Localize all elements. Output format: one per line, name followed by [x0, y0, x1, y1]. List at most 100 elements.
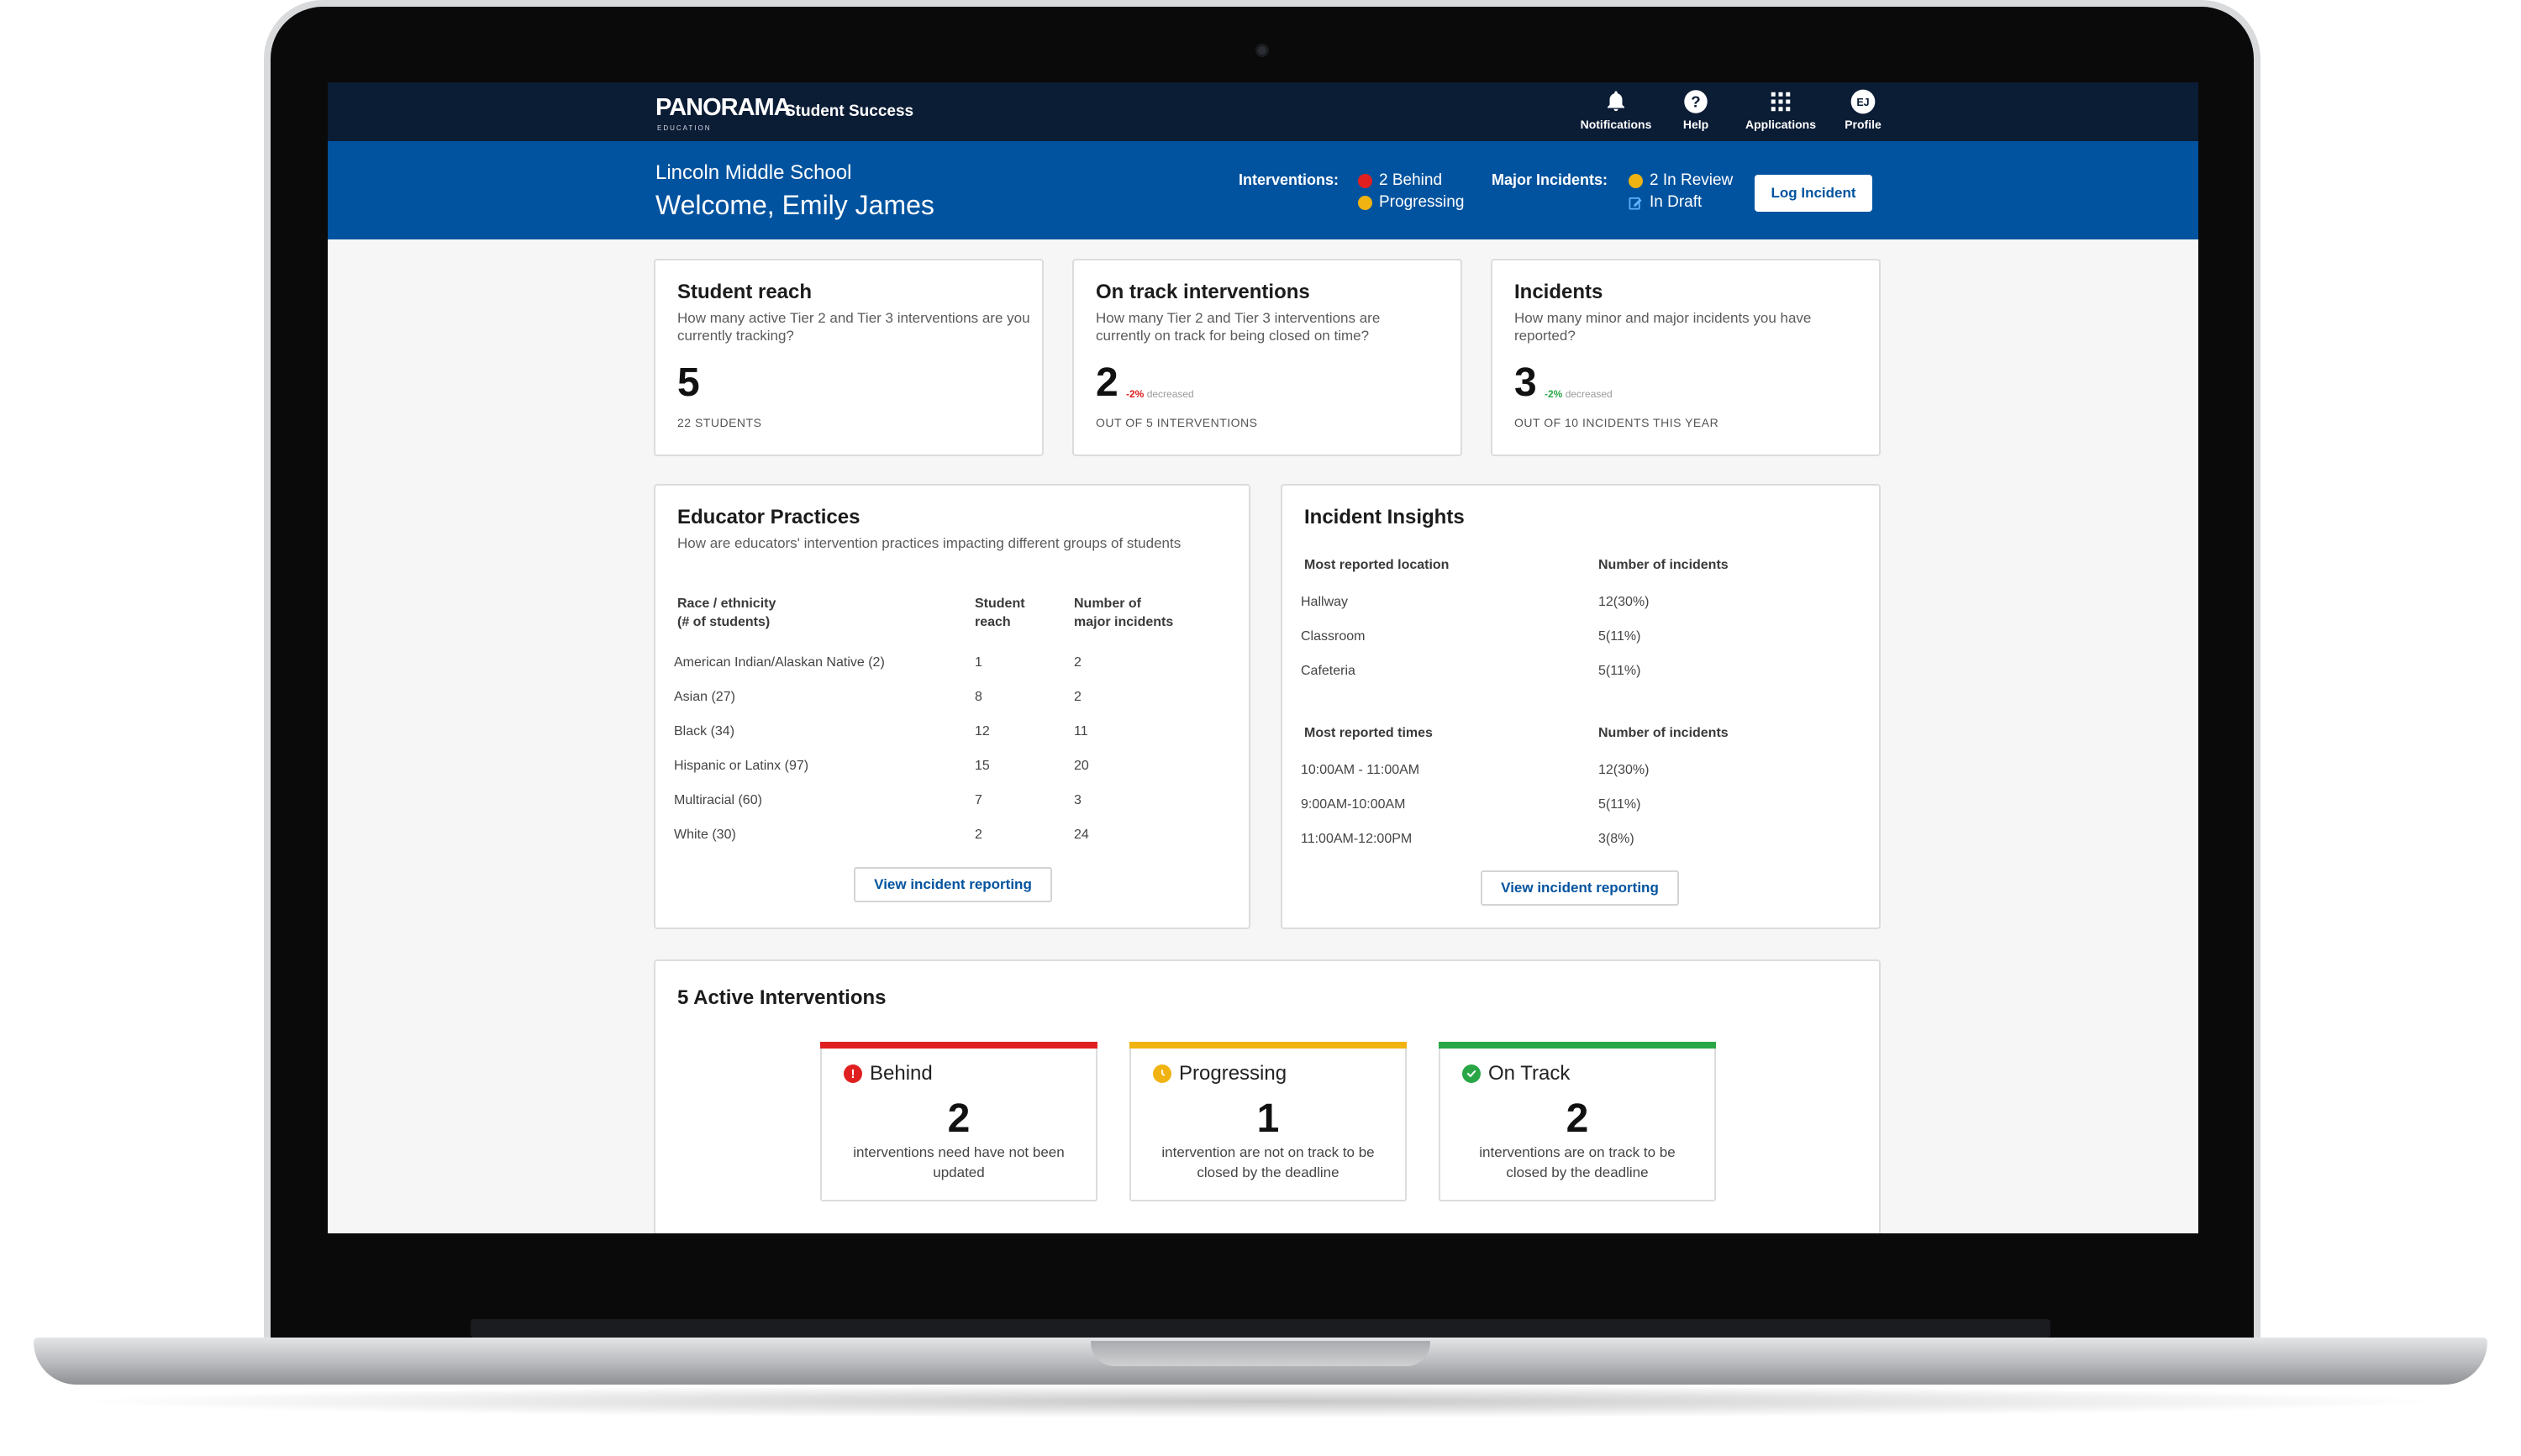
nav-profile[interactable]: EJ Profile [1834, 89, 1892, 131]
table-cell: 5(11%) [1598, 797, 1641, 812]
table-cell: 9:00AM-10:00AM [1301, 797, 1406, 812]
delta-word: decreased [1146, 388, 1194, 400]
logo-subtitle: EDUCATION [657, 124, 712, 132]
table-cell: Asian (27) [674, 690, 735, 704]
laptop-shadow [67, 1385, 2454, 1418]
table-cell: 2 [975, 828, 982, 842]
table-cell: Classroom [1301, 629, 1366, 644]
bell-icon [1608, 91, 1624, 112]
log-incident-button[interactable]: Log Incident [1755, 175, 1872, 212]
table-cell: White (30) [674, 828, 736, 842]
avatar: EJ [1850, 89, 1876, 114]
nav-label: Notifications [1580, 118, 1652, 131]
stat-caption: OUT OF 10 INCIDENTS THIS YEAR [1514, 416, 1719, 429]
column-header-count: Number of incidents [1598, 558, 1729, 572]
status-count: 1 [1256, 1096, 1280, 1141]
status-bar [820, 1042, 1097, 1049]
table-cell: 2 [1074, 655, 1082, 670]
stat-value: 3 [1514, 360, 1537, 405]
column-header-location: Most reported location [1304, 558, 1450, 572]
stat-caption: 22 STUDENTS [677, 416, 762, 429]
top-nav-bar: PANORAMA EDUCATION Student Success Notif… [328, 82, 2198, 141]
table-cell: 3 [1074, 793, 1082, 807]
table-cell: Hispanic or Latinx (97) [674, 759, 809, 773]
card-title: Incident Insights [1304, 506, 1465, 528]
stat-caption: OUT OF 5 INTERVENTIONS [1096, 416, 1258, 429]
status-description: intervention are not on track to be clos… [1161, 1144, 1375, 1180]
interventions-progressing-status[interactable]: Progressing [1358, 193, 1464, 212]
table-cell: 8 [975, 690, 982, 704]
stat-value: 5 [677, 360, 700, 405]
table-cell: 10:00AM - 11:00AM [1301, 763, 1420, 777]
status-text: In Draft [1650, 193, 1703, 211]
alert-icon: ! [844, 1064, 862, 1083]
incidents-label: Major Incidents: [1492, 171, 1608, 188]
status-text: 2 In Review [1650, 171, 1734, 189]
incidents-review-status[interactable]: 2 In Review [1629, 171, 1733, 190]
delta-percent: -2% [1545, 388, 1563, 400]
interventions-label: Interventions: [1239, 171, 1339, 188]
status-text: Progressing [1379, 193, 1465, 211]
incidents-draft-status[interactable]: In Draft [1629, 193, 1702, 212]
intervention-card-behind[interactable]: ! Behind 2 interventions need have not b… [820, 1042, 1097, 1201]
avatar-initials: EJ [1856, 97, 1869, 108]
nav-label: Profile [1845, 118, 1882, 131]
card-description: How are educators' intervention practice… [677, 535, 1182, 551]
table-cell: Cafeteria [1301, 664, 1355, 678]
intervention-card-on-track[interactable]: On Track 2 interventions are on track to… [1439, 1042, 1716, 1201]
status-label: On Track [1488, 1062, 1571, 1085]
table-cell: 24 [1074, 828, 1089, 842]
nav-help[interactable]: ? Help [1671, 89, 1721, 131]
table-cell: 7 [975, 793, 982, 807]
nav-notifications[interactable]: Notifications [1570, 89, 1662, 131]
status-label: Progressing [1179, 1062, 1287, 1085]
behind-status-icon [1358, 173, 1372, 188]
view-incident-reporting-button[interactable]: View incident reporting [1481, 870, 1679, 906]
stat-value: 2 [1096, 360, 1118, 405]
status-count: 2 [1566, 1096, 1589, 1141]
active-interventions-card: 5 Active Interventions ! Behind 2 interv… [654, 959, 1881, 1233]
laptop-hinge [471, 1319, 2050, 1338]
card-description: How many minor and major incidents you h… [1514, 310, 1812, 344]
incident-insights-card: Incident Insights Most reported location… [1281, 484, 1881, 929]
table-cell: 5(11%) [1598, 664, 1641, 678]
delta-word: decreased [1565, 388, 1613, 400]
interventions-behind-status[interactable]: 2 Behind [1358, 171, 1442, 190]
progressing-status-icon [1358, 195, 1372, 210]
column-header-reach: Student reach [975, 597, 1025, 629]
camera [1255, 44, 1269, 57]
logo-wordmark: PANORAMA [655, 94, 792, 121]
table-cell: Multiracial (60) [674, 793, 762, 807]
table-cell: 1 [975, 655, 982, 670]
status-text: 2 Behind [1379, 171, 1443, 189]
school-name: Lincoln Middle School [655, 161, 852, 184]
card-title: 5 Active Interventions [677, 986, 887, 1009]
card-title: Incidents [1514, 281, 1603, 303]
table-cell: 2 [1074, 690, 1082, 704]
stat-delta: -2% decreased [1545, 388, 1613, 400]
card-header: On Track [1462, 1062, 1570, 1085]
educator-practices-card: Educator Practices How are educators' in… [654, 484, 1250, 929]
table-cell: Black (34) [674, 724, 735, 739]
nav-label: Applications [1745, 118, 1816, 131]
laptop-base-notch [1091, 1341, 1430, 1366]
card-description: How many active Tier 2 and Tier 3 interv… [677, 310, 1030, 344]
panorama-logo[interactable]: PANORAMA EDUCATION [655, 94, 792, 132]
table-cell: 11 [1074, 724, 1088, 739]
delta-percent: -2% [1126, 388, 1145, 400]
stat-delta: -2% decreased [1126, 388, 1194, 400]
status-bar [1439, 1042, 1716, 1049]
welcome-heading: Welcome, Emily James [655, 190, 934, 220]
table-cell: 12(30%) [1598, 763, 1650, 777]
check-icon [1462, 1064, 1481, 1083]
column-header-incidents: Number of major incidents [1074, 597, 1174, 629]
status-bar [1129, 1042, 1407, 1049]
app-screen: PANORAMA EDUCATION Student Success Notif… [328, 82, 2198, 1233]
table-cell: 5(11%) [1598, 629, 1641, 644]
nav-applications[interactable]: Applications [1734, 89, 1827, 131]
edit-icon [1629, 197, 1642, 209]
intervention-card-progressing[interactable]: Progressing 1 intervention are not on tr… [1129, 1042, 1407, 1201]
apps-grid-icon [1771, 92, 1791, 112]
review-clock-icon [1629, 173, 1643, 188]
view-incident-reporting-button[interactable]: View incident reporting [854, 867, 1052, 902]
